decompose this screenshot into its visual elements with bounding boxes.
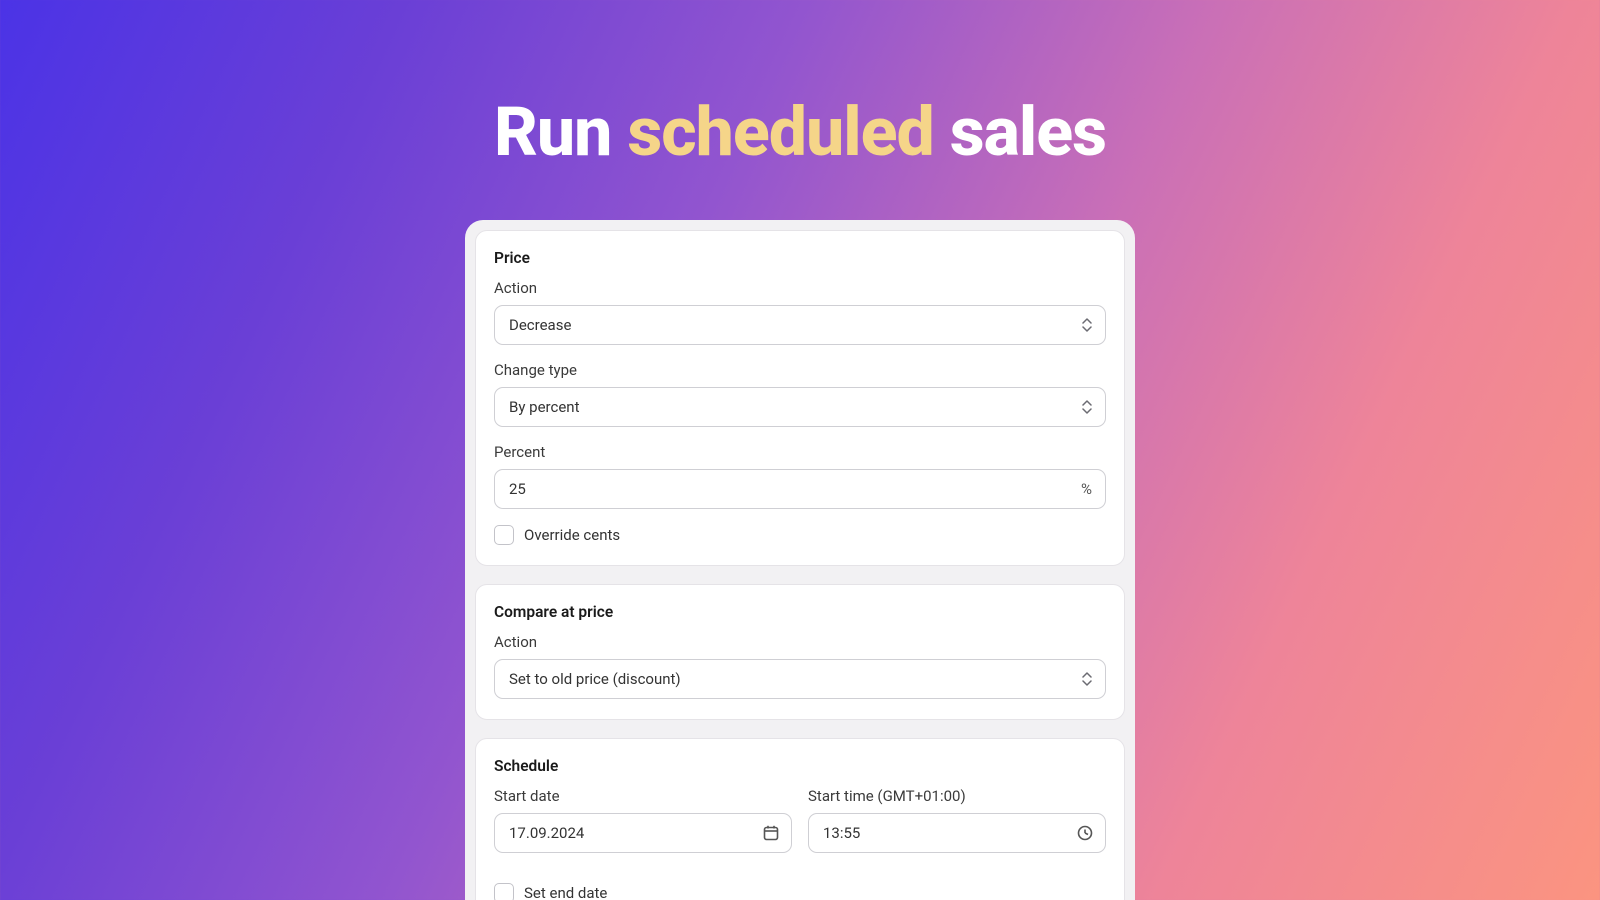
start-date-label: Start date xyxy=(494,787,792,805)
compare-title: Compare at price xyxy=(494,603,1106,621)
chevron-updown-icon xyxy=(1082,399,1094,415)
compare-price-card: Compare at price Action Set to old price… xyxy=(475,584,1125,720)
price-action-label: Action xyxy=(494,279,1106,297)
chevron-updown-icon xyxy=(1082,671,1094,687)
price-title: Price xyxy=(494,249,1106,267)
chevron-updown-icon xyxy=(1082,317,1094,333)
page-headline: Run scheduled sales xyxy=(0,0,1600,172)
change-type-select[interactable]: By percent xyxy=(494,387,1106,427)
set-end-date-checkbox[interactable] xyxy=(494,883,514,900)
change-type-value: By percent xyxy=(509,398,579,416)
headline-part1: Run xyxy=(494,92,627,172)
compare-action-label: Action xyxy=(494,633,1106,651)
start-date-input[interactable]: 17.09.2024 xyxy=(494,813,792,853)
clock-icon xyxy=(1076,824,1094,842)
headline-part3: sales xyxy=(934,92,1106,172)
headline-accent: scheduled xyxy=(627,92,933,172)
percent-label: Percent xyxy=(494,443,1106,461)
override-cents-checkbox[interactable] xyxy=(494,525,514,545)
start-time-input[interactable]: 13:55 xyxy=(808,813,1106,853)
price-action-value: Decrease xyxy=(509,316,571,334)
percent-input[interactable]: 25 xyxy=(494,469,1106,509)
price-card: Price Action Decrease Change type By per… xyxy=(475,230,1125,566)
compare-action-value: Set to old price (discount) xyxy=(509,670,681,688)
form-panel: Price Action Decrease Change type By per… xyxy=(465,220,1135,900)
start-date-value: 17.09.2024 xyxy=(509,824,584,842)
override-cents-label: Override cents xyxy=(524,526,620,544)
compare-action-select[interactable]: Set to old price (discount) xyxy=(494,659,1106,699)
percent-suffix: % xyxy=(1081,480,1092,498)
change-type-label: Change type xyxy=(494,361,1106,379)
price-action-select[interactable]: Decrease xyxy=(494,305,1106,345)
start-time-value: 13:55 xyxy=(823,824,860,842)
schedule-card: Schedule Start date 17.09.2024 xyxy=(475,738,1125,900)
schedule-title: Schedule xyxy=(494,757,1106,775)
start-time-label: Start time (GMT+01:00) xyxy=(808,787,1106,805)
calendar-icon xyxy=(762,824,780,842)
percent-value: 25 xyxy=(509,480,526,498)
set-end-date-label: Set end date xyxy=(524,884,607,900)
